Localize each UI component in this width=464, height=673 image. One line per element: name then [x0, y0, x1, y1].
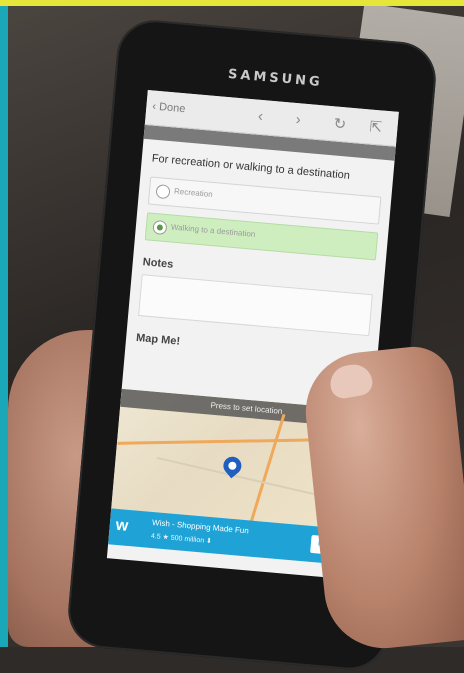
radio-checked-icon[interactable]: [152, 219, 168, 236]
map-heading: Map Me!: [135, 331, 181, 348]
wish-logo-icon: w: [115, 516, 129, 535]
form-content: For recreation or walking to a destinati…: [126, 139, 395, 365]
reload-icon[interactable]: ↻: [333, 114, 347, 133]
done-button[interactable]: ‹ Done: [152, 100, 186, 115]
map-road: [247, 413, 286, 530]
ad-rating: 4.5 ★ 500 million ⬇: [150, 532, 213, 546]
radio-unchecked-icon[interactable]: [155, 184, 171, 200]
option-label: Walking to a destination: [170, 222, 256, 239]
left-border-strip: [0, 0, 8, 647]
chevron-left-icon[interactable]: ‹: [257, 108, 263, 125]
option-label: Recreation: [173, 186, 214, 199]
share-icon[interactable]: ⇱: [369, 117, 383, 136]
chevron-right-icon[interactable]: ›: [295, 111, 301, 128]
map-pin-icon[interactable]: [219, 453, 246, 479]
top-border-strip: [0, 0, 464, 6]
